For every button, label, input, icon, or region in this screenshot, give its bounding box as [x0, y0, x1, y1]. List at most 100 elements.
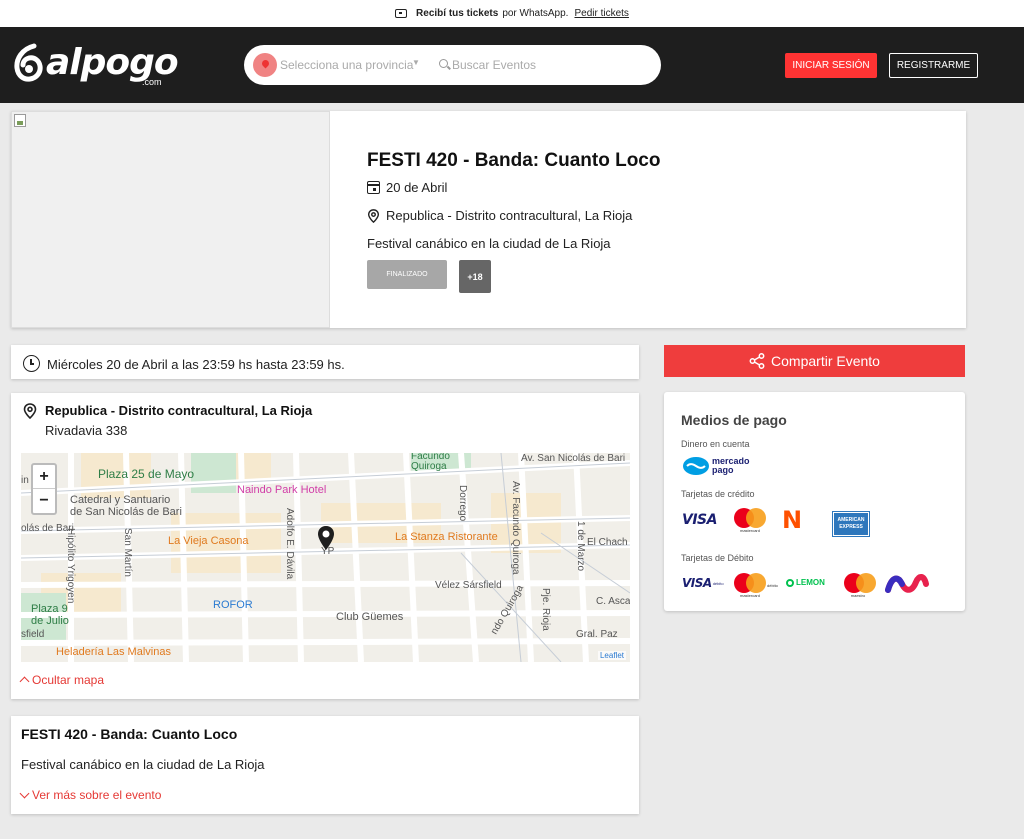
map-label: ROFOR [213, 599, 253, 611]
about-card: FESTI 420 - Banda: Cuanto Loco Festival … [11, 716, 639, 814]
map-label: de San Nicolás de Bari [70, 506, 182, 518]
about-title: FESTI 420 - Banda: Cuanto Loco [21, 726, 238, 742]
naranja-logo: N [782, 506, 802, 534]
venue-map[interactable]: + − Plaza 25 de Mayo Catedral y Santuari… [21, 453, 630, 662]
payment-methods-card: Medios de pago Dinero en cuenta mercado … [664, 392, 965, 611]
lemon-icon [786, 578, 794, 587]
login-button[interactable]: INICIAR SESIÓN [785, 53, 877, 78]
mastercard-icon [734, 508, 766, 528]
map-label: Vélez Sársfield [435, 580, 502, 591]
map-zoom-in-button[interactable]: + [33, 465, 55, 489]
site-header: alpogo .com Selecciona una provincia ▼ I… [0, 27, 1024, 103]
naranja-text: N [782, 506, 803, 534]
see-more-link[interactable]: Ver más sobre el evento [19, 788, 162, 802]
map-label: Av. Facundo Quiroga [510, 481, 521, 575]
uala-logo [884, 572, 930, 594]
promo-text: por WhatsApp. [502, 8, 569, 19]
lemon-logo: LEMON [786, 578, 825, 587]
mercado-pago-logo: mercado pago [682, 456, 750, 476]
event-date: 20 de Abril [386, 180, 448, 195]
event-venue-row: Republica - Distrito contracultural, La … [367, 208, 632, 223]
map-label: El Chach [587, 537, 628, 548]
payments-title: Medios de pago [681, 412, 787, 428]
amex-logo: AMERICAN EXPRESS [832, 511, 870, 537]
promo-bold: Recibí tus tickets [416, 8, 499, 19]
event-hero: FESTI 420 - Banda: Cuanto Loco 20 de Abr… [11, 111, 966, 328]
venue-name: Republica - Distrito contracultural, La … [45, 403, 313, 418]
location-pin-icon [367, 208, 380, 223]
calendar-icon [367, 181, 380, 194]
map-label: San Martín [122, 528, 133, 577]
hide-map-toggle[interactable]: Ocultar mapa [19, 673, 105, 687]
chevron-down-icon [19, 788, 30, 799]
map-label: Quiroga [411, 461, 447, 472]
visa-logo: VISA [682, 512, 717, 528]
mastercard-debit-sub: débito [767, 583, 778, 588]
province-pin-icon[interactable] [253, 53, 277, 77]
schedule-text: Miércoles 20 de Abril a las 23:59 hs has… [47, 357, 345, 372]
lemon-text: LEMON [796, 578, 825, 587]
promo-bar: Recibí tus tickets por WhatsApp. Pedir t… [0, 0, 1024, 27]
maestro-text: maestro [850, 593, 866, 598]
event-image [11, 111, 330, 328]
logo-mark-icon [14, 43, 43, 82]
location-card: Republica - Distrito contracultural, La … [11, 393, 639, 699]
mastercard-debit-icon [734, 573, 766, 593]
map-label: Catedral y Santuario [70, 494, 171, 506]
mastercard-logo: mastercard [734, 508, 766, 533]
search-icon[interactable] [439, 59, 448, 68]
map-label: Av. San Nicolás de Bari [521, 453, 626, 464]
chevron-down-icon[interactable]: ▼ [412, 58, 420, 67]
mp-line2: pago [712, 465, 734, 475]
map-label: C. Asca [596, 596, 630, 607]
share-label: Compartir Evento [771, 353, 880, 369]
map-label: 1 de Marzo [575, 521, 586, 572]
map-label: Gral. Paz [576, 629, 618, 640]
register-button[interactable]: REGISTRARME [889, 53, 978, 78]
broken-image-icon [14, 114, 26, 127]
share-icon [749, 353, 765, 369]
search-bar: Selecciona una provincia ▼ [244, 45, 661, 85]
venue-marker-icon[interactable] [317, 525, 335, 551]
alpogo-logo[interactable]: alpogo .com [12, 41, 179, 91]
debit-cards-label: Tarjetas de Débito [681, 553, 754, 563]
visa-debit-logo: VISA débito [682, 576, 724, 590]
event-title: FESTI 420 - Banda: Cuanto Loco [367, 150, 661, 171]
map-label: Adolfo E. Dávila [284, 508, 295, 580]
map-label: de Julio [31, 615, 69, 627]
location-pin-icon [23, 403, 37, 419]
map-label: Dorrego [457, 485, 468, 522]
venue-address: Rivadavia 338 [45, 423, 128, 438]
map-label: Hipólito Yrigoyen [65, 528, 76, 604]
map-label: Club Güemes [336, 611, 404, 623]
map-label: Plaza 9 [31, 603, 68, 615]
visa-debit-text: VISA [682, 576, 712, 590]
map-label: La Stanza Ristorante [395, 531, 498, 543]
map-label: Plaza 25 de Mayo [98, 467, 195, 481]
event-summary: Festival canábico en la ciudad de La Rio… [367, 236, 611, 251]
share-event-button[interactable]: Compartir Evento [664, 345, 965, 377]
visa-text: VISA [682, 512, 717, 528]
map-label: sfield [21, 629, 45, 640]
map-zoom-out-button[interactable]: − [33, 489, 55, 513]
hide-map-label: Ocultar mapa [32, 673, 105, 687]
chevron-up-icon [19, 676, 30, 687]
see-more-label: Ver más sobre el evento [32, 788, 162, 802]
logo-suffix: .com [142, 77, 162, 87]
status-badge: FINALIZADO [367, 260, 447, 289]
mastercard-debit-logo: mastercard débito [734, 573, 778, 598]
province-select[interactable]: Selecciona una provincia [280, 58, 413, 72]
credit-cards-label: Tarjetas de crédito [681, 489, 755, 499]
clock-icon [23, 355, 40, 372]
map-label: in [21, 475, 29, 486]
schedule-card: Miércoles 20 de Abril a las 23:59 hs has… [11, 345, 639, 379]
map-label: Heladería Las Malvinas [56, 646, 171, 658]
map-label: La Vieja Casona [168, 535, 249, 547]
map-attribution[interactable]: Leaflet [597, 651, 626, 660]
search-input[interactable] [452, 55, 642, 75]
promo-link[interactable]: Pedir tickets [574, 8, 628, 19]
map-label: Pje. Rioja [540, 588, 551, 631]
visa-debit-sub: débito [712, 580, 724, 586]
maestro-logo: maestro [844, 573, 876, 598]
ticket-icon [395, 9, 408, 18]
